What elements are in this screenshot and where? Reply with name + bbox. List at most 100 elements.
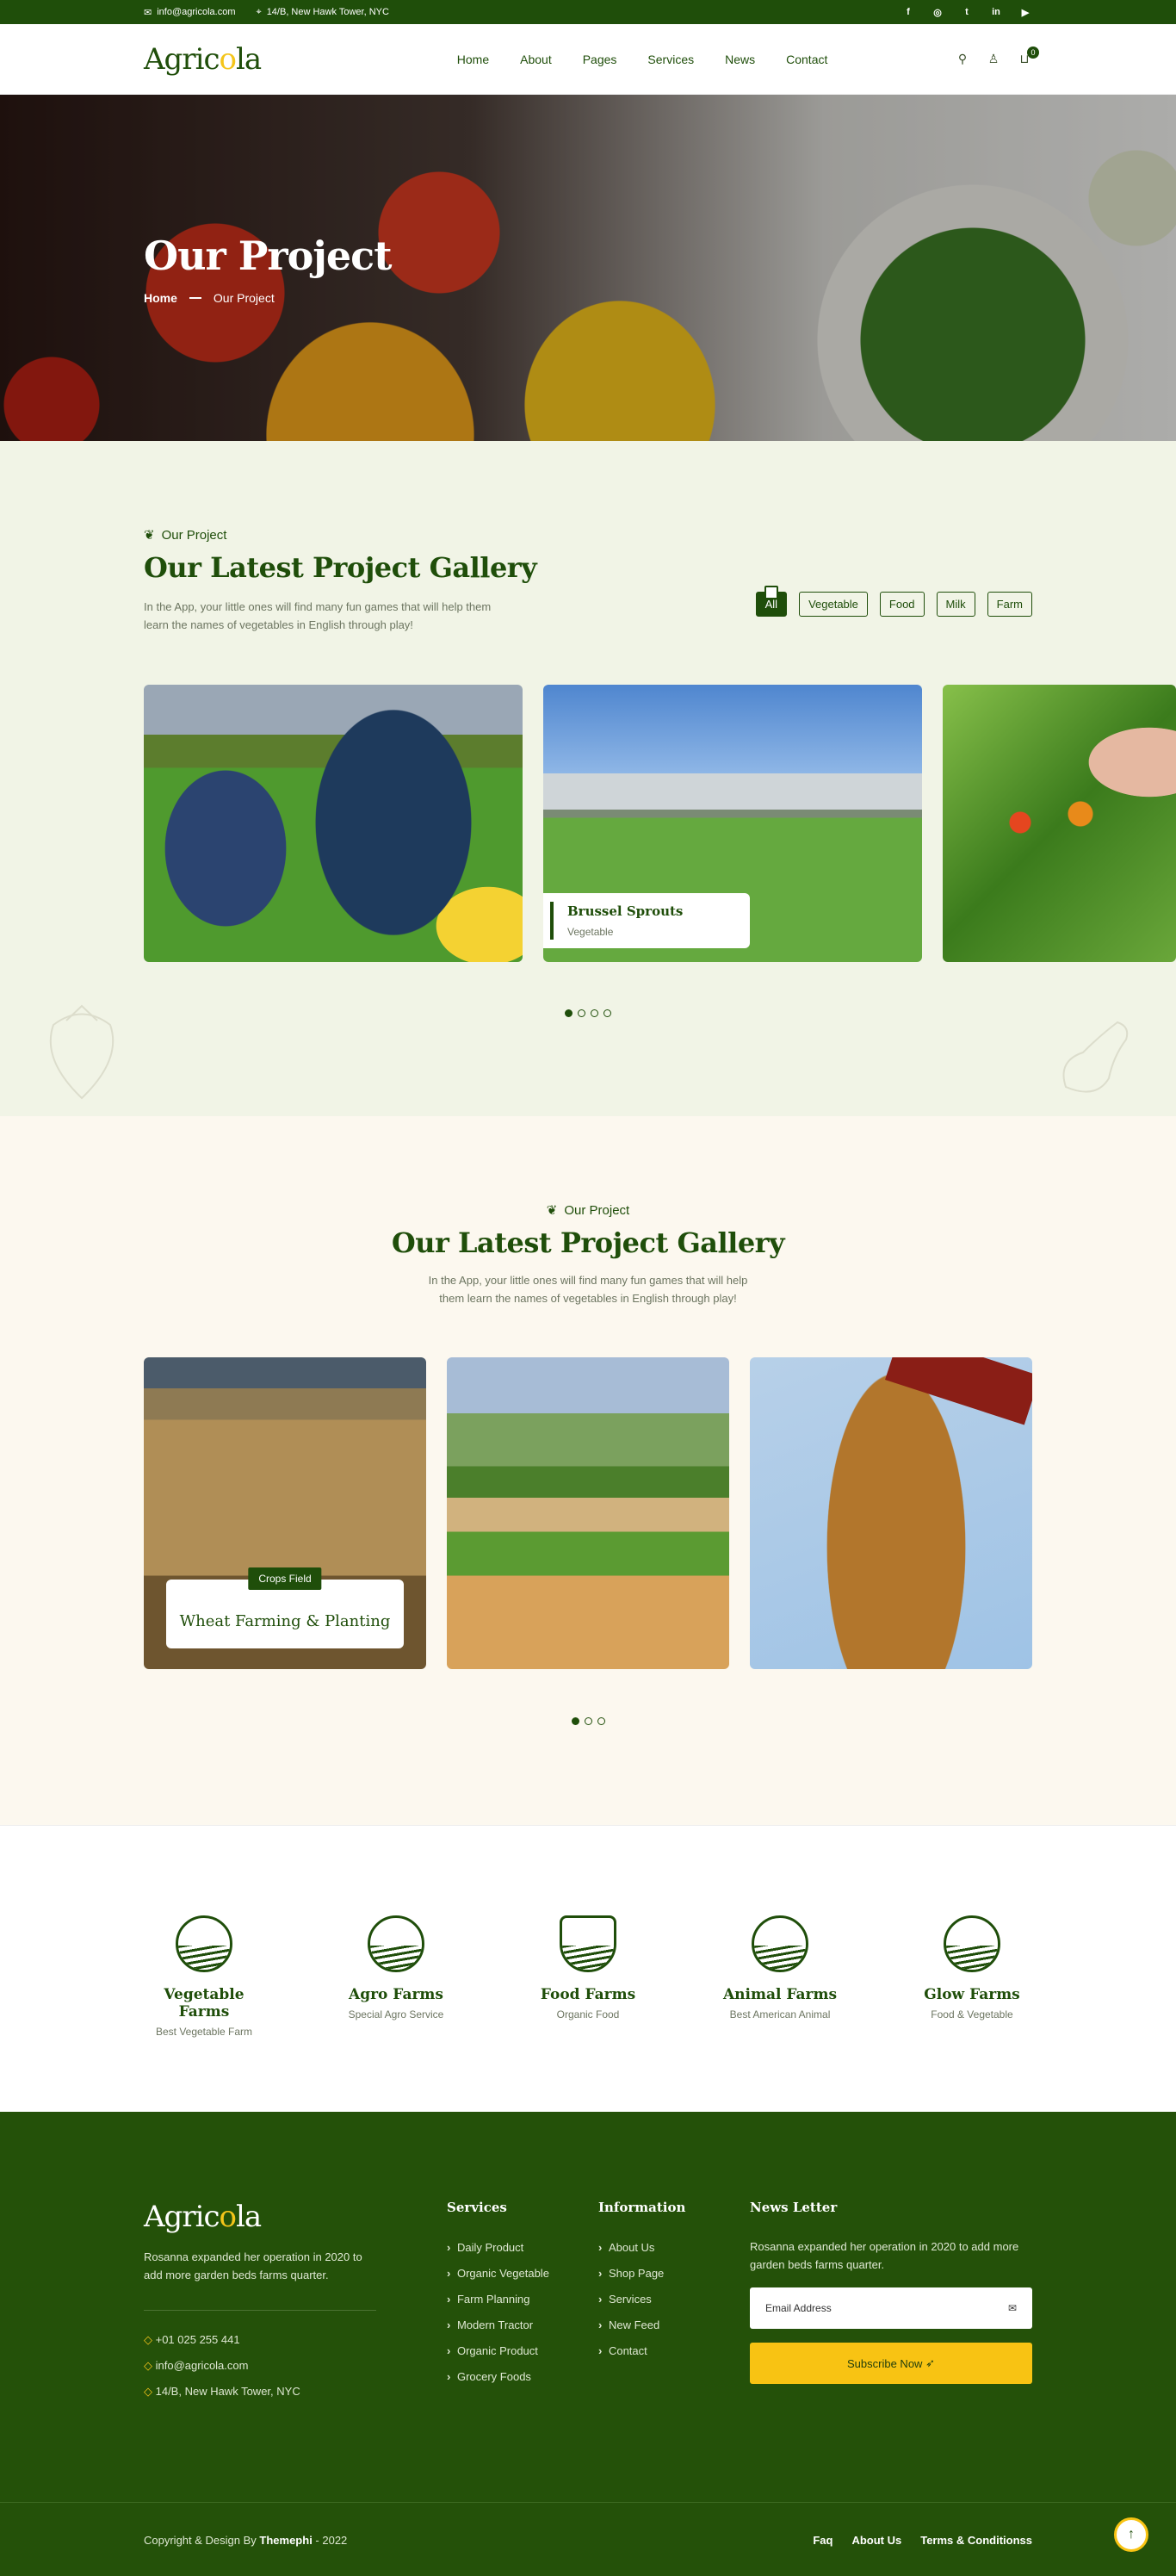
footer-link[interactable]: Services xyxy=(598,2293,750,2306)
gallery-card-tomatoes[interactable] xyxy=(943,685,1176,962)
footer-logo-b: la xyxy=(235,2200,262,2234)
scroll-to-top-button[interactable]: ↑ xyxy=(1114,2517,1148,2552)
logo[interactable]: Agricola xyxy=(144,42,262,77)
footer-link[interactable]: About Us xyxy=(598,2241,750,2254)
nav-contact[interactable]: Contact xyxy=(786,53,827,66)
pagination-dot[interactable] xyxy=(591,1009,598,1017)
newsletter-email-input[interactable]: Email Address ✉ xyxy=(750,2287,1032,2329)
logo-text-a: Agric xyxy=(144,42,220,77)
pagination-dot[interactable] xyxy=(571,1717,579,1725)
logo-text-o: o xyxy=(219,42,238,77)
facebook-icon[interactable]: f xyxy=(901,7,915,18)
copyright-brand[interactable]: Themephi xyxy=(259,2534,312,2547)
brand-item[interactable]: Food Farms Organic Food xyxy=(528,1915,648,2038)
footer-link[interactable]: Organic Product xyxy=(447,2344,598,2357)
filter-vegetable[interactable]: Vegetable xyxy=(799,592,868,617)
section-description: In the App, your little ones will find m… xyxy=(428,1274,748,1305)
footer-services-list: Daily Product Organic Vegetable Farm Pla… xyxy=(447,2241,598,2383)
subscribe-button[interactable]: Subscribe Now ➶ xyxy=(750,2343,1032,2384)
partner-brands: Vegetable Farms Best Vegetable Farm Agro … xyxy=(0,1825,1176,2112)
footer-link-faq[interactable]: Faq xyxy=(813,2534,832,2547)
pagination-dot[interactable] xyxy=(578,1009,585,1017)
footer-link-about[interactable]: About Us xyxy=(851,2534,901,2547)
nav-about[interactable]: About xyxy=(520,53,552,66)
footer-link[interactable]: Contact xyxy=(598,2344,750,2357)
gallery-card-tag: Crops Field xyxy=(248,1567,322,1590)
youtube-icon[interactable]: ▶ xyxy=(1018,7,1032,18)
nav-pages[interactable]: Pages xyxy=(583,53,617,66)
kicker-text: Our Project xyxy=(161,527,227,543)
user-icon[interactable]: ♙ xyxy=(986,52,1001,67)
animal-farm-emblem-icon xyxy=(752,1915,808,1972)
footer-link[interactable]: Daily Product xyxy=(447,2241,598,2254)
footer-link[interactable]: New Feed xyxy=(598,2318,750,2331)
logo-text-b: la xyxy=(235,42,262,77)
location-icon: ⌖ xyxy=(256,6,262,17)
section-kicker: ❦ Our Project xyxy=(144,1202,1032,1219)
site-footer: Agricola Rosanna expanded her operation … xyxy=(0,2112,1176,2576)
topbar-email[interactable]: ✉ info@agricola.com xyxy=(144,7,235,18)
brand-item[interactable]: Glow Farms Food & Vegetable xyxy=(912,1915,1032,2038)
twitter-icon[interactable]: t xyxy=(960,7,974,18)
brand-item[interactable]: Agro Farms Special Agro Service xyxy=(336,1915,456,2038)
kicker-text: Our Project xyxy=(564,1202,630,1218)
nav-services[interactable]: Services xyxy=(647,53,694,66)
pagination-dot[interactable] xyxy=(597,1717,605,1725)
footer-bottom-links: Faq About Us Terms & Conditionss xyxy=(813,2534,1032,2547)
newsletter-title: News Letter xyxy=(750,2200,838,2215)
footer-link[interactable]: Organic Vegetable xyxy=(447,2267,598,2280)
brand-subtitle: Food & Vegetable xyxy=(931,2008,1013,2020)
brand-name: Agro Farms xyxy=(349,1986,443,2003)
filter-milk[interactable]: Milk xyxy=(936,592,975,617)
project-gallery-section: ❦ Our Project Our Latest Project Gallery … xyxy=(0,441,1176,1116)
main-nav: Home About Pages Services News Contact xyxy=(457,53,828,66)
site-header: Agricola Home About Pages Services News … xyxy=(0,24,1176,95)
search-icon[interactable]: ⚲ xyxy=(955,52,970,67)
gallery-card-harvest[interactable] xyxy=(750,1357,1032,1669)
gallery-card-greenhouse[interactable]: Brussel Sprouts Vegetable xyxy=(543,685,922,962)
nav-news[interactable]: News xyxy=(725,53,755,66)
food-farm-emblem-icon xyxy=(560,1915,616,1972)
leaf-icon: ❦ xyxy=(144,528,155,543)
brand-subtitle: Best Vegetable Farm xyxy=(155,2026,253,2038)
filter-food[interactable]: Food xyxy=(879,592,925,617)
footer-info-title: Information xyxy=(598,2200,686,2215)
section-kicker: ❦ Our Project xyxy=(144,527,1032,543)
pagination-dot[interactable] xyxy=(584,1717,592,1725)
footer-phone[interactable]: +01 025 255 441 xyxy=(144,2333,447,2347)
brand-item[interactable]: Animal Farms Best American Animal xyxy=(720,1915,840,2038)
brand-item[interactable]: Vegetable Farms Best Vegetable Farm xyxy=(144,1915,264,2038)
footer-logo[interactable]: Agricola xyxy=(144,2200,447,2234)
gallery-filters: All Vegetable Food Milk Farm xyxy=(755,592,1032,617)
footer-bottom: Copyright & Design By Themephi - 2022 Fa… xyxy=(0,2502,1176,2576)
footer-link[interactable]: Grocery Foods xyxy=(447,2370,598,2383)
breadcrumb: Home Our Project xyxy=(144,291,1032,305)
filter-all[interactable]: All xyxy=(755,592,788,617)
filter-farm[interactable]: Farm xyxy=(987,592,1032,617)
gallery-card-category: Vegetable xyxy=(567,926,614,938)
page-title: Our Project xyxy=(144,233,392,279)
footer-link[interactable]: Farm Planning xyxy=(447,2293,598,2306)
glow-farm-emblem-icon xyxy=(944,1915,1000,1972)
leaf-icon: ❦ xyxy=(546,1203,558,1218)
pagination-dot[interactable] xyxy=(565,1009,573,1017)
cart-icon[interactable]: ⊔ 0 xyxy=(1017,47,1039,67)
newsletter-description: Rosanna expanded her operation in 2020 t… xyxy=(750,2240,1019,2271)
linkedin-icon[interactable]: in xyxy=(989,7,1003,18)
project-gallery-section-2: ❦ Our Project Our Latest Project Gallery … xyxy=(0,1116,1176,1825)
footer-address: 14/B, New Hawk Tower, NYC xyxy=(144,2385,447,2399)
gallery-card-wheat[interactable]: Crops Field Wheat Farming & Planting xyxy=(144,1357,426,1669)
breadcrumb-home[interactable]: Home xyxy=(144,291,177,305)
gallery-card-fields[interactable] xyxy=(447,1357,729,1669)
squash-icon xyxy=(1062,1021,1129,1093)
pagination-dot[interactable] xyxy=(603,1009,611,1017)
instagram-icon[interactable]: ◎ xyxy=(931,7,944,18)
agro-farm-emblem-icon xyxy=(368,1915,424,1972)
nav-home[interactable]: Home xyxy=(457,53,489,66)
footer-link[interactable]: Shop Page xyxy=(598,2267,750,2280)
gallery-card-farmers[interactable] xyxy=(144,685,523,962)
footer-email[interactable]: info@agricola.com xyxy=(144,2359,447,2373)
arrow-up-icon: ↑ xyxy=(1128,2527,1135,2542)
footer-link[interactable]: Modern Tractor xyxy=(447,2318,598,2331)
footer-link-terms[interactable]: Terms & Conditionss xyxy=(920,2534,1032,2547)
